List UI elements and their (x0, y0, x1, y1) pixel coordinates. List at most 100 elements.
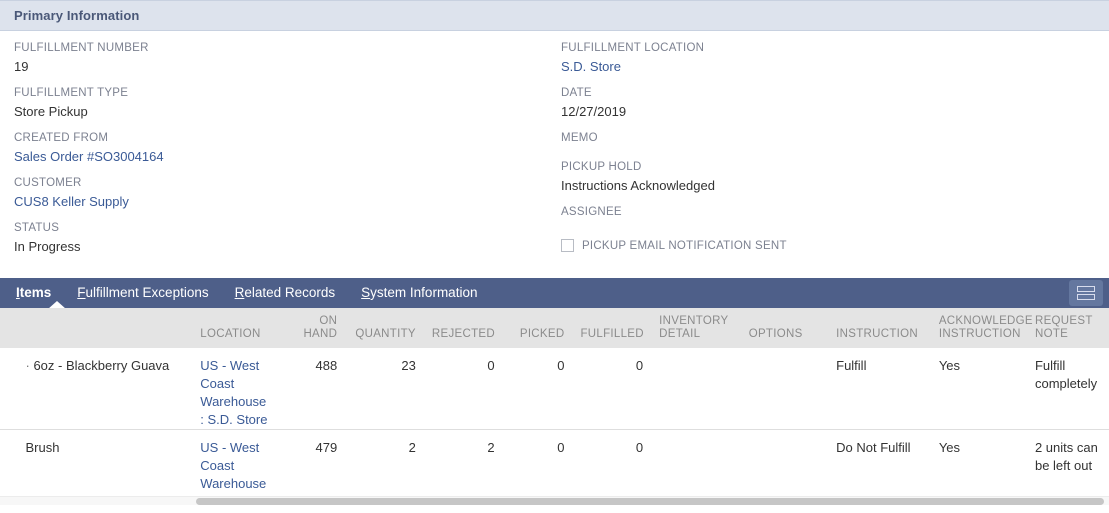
table-row[interactable]: · 6oz - Blackberry Guava US - West Coast… (0, 348, 1109, 430)
cell-location[interactable]: US - West Coast Warehouse : S.D. Store (192, 348, 278, 430)
cell-options[interactable] (740, 348, 829, 430)
column-header-rejected[interactable]: REJECTED (423, 308, 503, 348)
cell-instruction: Fulfill (828, 348, 931, 430)
column-header-on-hand[interactable]: ON HAND (277, 308, 346, 348)
item-prefix: · (25, 358, 30, 373)
column-header-instruction[interactable]: INSTRUCTION (828, 308, 931, 348)
tab-related-records[interactable]: Related Records (222, 278, 349, 308)
field-label: FULFILLMENT LOCATION (561, 42, 705, 54)
cell-on-hand: 479 (277, 429, 346, 505)
tab-fulfillment-exceptions-accel: F (77, 285, 86, 300)
list-view-icon-bar (1077, 286, 1095, 292)
cell-acknowledge-instruction: Yes (930, 348, 1027, 430)
primary-information-header: Primary Information (0, 0, 1109, 31)
memo-value (561, 147, 1091, 150)
horizontal-scrollbar[interactable] (0, 496, 1109, 505)
column-header-item[interactable] (17, 308, 193, 348)
column-header-picked[interactable]: PICKED (502, 308, 573, 348)
page-title: Primary Information (14, 8, 140, 23)
cell-rejected[interactable]: 2 (423, 429, 503, 505)
column-header-acknowledge-instruction[interactable]: ACKNOWLEDGE INSTRUCTION (930, 308, 1033, 348)
cell-instruction: Do Not Fulfill (828, 429, 931, 505)
created-from-link[interactable]: Sales Order #SO3004164 (14, 147, 534, 166)
cell-fulfilled[interactable]: 0 (572, 429, 652, 505)
fulfillment-number-value: 19 (14, 59, 29, 74)
tab-related-records-label: elated Records (244, 285, 336, 300)
field-label: STATUS (14, 222, 60, 234)
pickup-email-notification-sent-checkbox[interactable] (561, 239, 574, 252)
fulfillment-type-value: Store Pickup (14, 104, 88, 119)
list-view-icon-bar (1077, 294, 1095, 300)
field-created-from: CREATED FROM Sales Order #SO3004164 (14, 130, 534, 166)
cell-on-hand: 488 (277, 348, 346, 430)
column-header-inventory-detail-line2: DETAIL (659, 328, 701, 340)
cell-options[interactable] (740, 429, 829, 505)
column-header-acknowledge-line1: ACKNOWLEDGE (938, 315, 1033, 327)
list-view-icon[interactable] (1069, 280, 1103, 306)
items-table-header: LOCATION ON HAND QUANTITY REJECTED PICKED… (0, 308, 1109, 348)
field-fulfillment-type: FULFILLMENT TYPE Store Pickup (14, 85, 534, 121)
field-label: PICKUP HOLD (561, 161, 642, 173)
row-gutter (0, 429, 18, 505)
tab-bar: Items Fulfillment Exceptions Related Rec… (0, 278, 1109, 309)
tab-fulfillment-exceptions[interactable]: Fulfillment Exceptions (64, 278, 221, 308)
cell-fulfilled[interactable]: 0 (572, 348, 652, 430)
cell-quantity[interactable]: 2 (345, 429, 424, 505)
field-label: MEMO (561, 132, 598, 144)
assignee-value (561, 221, 1091, 224)
field-fulfillment-location: FULFILLMENT LOCATION S.D. Store (561, 40, 1091, 76)
column-header-options[interactable]: OPTIONS (740, 308, 829, 348)
field-label: ASSIGNEE (561, 206, 622, 218)
row-gutter (0, 348, 18, 430)
tab-system-information[interactable]: System Information (348, 278, 490, 308)
column-header-on-hand-line1: ON (319, 315, 338, 327)
cell-inventory-detail[interactable] (651, 429, 741, 505)
items-table: LOCATION ON HAND QUANTITY REJECTED PICKED… (0, 308, 1109, 505)
field-date: DATE 12/27/2019 (561, 85, 1091, 121)
tab-items-label: tems (19, 285, 52, 300)
item-name: Brush (25, 440, 60, 455)
primary-information-body: FULFILLMENT NUMBER 19 FULFILLMENT TYPE S… (0, 31, 1109, 278)
field-label: FULFILLMENT TYPE (14, 87, 129, 99)
cell-inventory-detail[interactable] (651, 348, 741, 430)
column-header-acknowledge-line2: INSTRUCTION (938, 328, 1021, 340)
customer-link[interactable]: CUS8 Keller Supply (14, 192, 534, 211)
horizontal-scrollbar-thumb[interactable] (196, 498, 1104, 505)
field-label: CUSTOMER (14, 177, 82, 189)
location-link[interactable]: US - West Coast Warehouse : S.D. Store (200, 358, 267, 427)
cell-location[interactable]: US - West Coast Warehouse : S.D. Store (192, 429, 278, 505)
field-fulfillment-number: FULFILLMENT NUMBER 19 (14, 40, 534, 76)
column-header-inventory-detail-line1: INVENTORY (659, 315, 729, 327)
field-memo: MEMO (561, 130, 1091, 150)
column-header-request-note-line2: NOTE (1034, 328, 1069, 340)
field-assignee: ASSIGNEE (561, 204, 1091, 224)
column-header-quantity[interactable]: QUANTITY (345, 308, 424, 348)
table-row[interactable]: Brush US - West Coast Warehouse : S.D. S… (0, 429, 1109, 505)
field-label: DATE (561, 87, 592, 99)
tab-related-records-accel: R (234, 285, 245, 300)
column-header-fulfilled[interactable]: FULFILLED (572, 308, 652, 348)
cell-rejected[interactable]: 0 (423, 348, 503, 430)
tab-system-information-label: ystem Information (370, 285, 478, 300)
fulfillment-location-link[interactable]: S.D. Store (561, 57, 1091, 76)
field-label: FULFILLMENT NUMBER (14, 42, 149, 54)
pickup-email-notification-sent-row[interactable]: PICKUP EMAIL NOTIFICATION SENT (561, 239, 1091, 252)
cell-picked[interactable]: 0 (502, 348, 573, 430)
date-value: 12/27/2019 (561, 104, 627, 119)
item-name: 6oz - Blackberry Guava (33, 358, 170, 373)
column-header-location[interactable]: LOCATION (192, 308, 278, 348)
tab-fulfillment-exceptions-label: ulfillment Exceptions (85, 285, 209, 300)
tab-system-information-accel: S (361, 285, 371, 300)
column-header-request-note-line1: REQUEST (1034, 315, 1093, 327)
cell-picked[interactable]: 0 (502, 429, 573, 505)
field-label: CREATED FROM (14, 132, 109, 144)
column-header-request-note[interactable]: REQUEST NOTE (1026, 308, 1109, 348)
pickup-hold-value: Instructions Acknowledged (561, 178, 715, 193)
items-table-container: LOCATION ON HAND QUANTITY REJECTED PICKED… (0, 308, 1109, 505)
cell-quantity[interactable]: 23 (345, 348, 424, 430)
row-gutter-header (0, 308, 18, 348)
items-table-body: · 6oz - Blackberry Guava US - West Coast… (0, 348, 1109, 505)
pickup-email-notification-sent-label: PICKUP EMAIL NOTIFICATION SENT (582, 239, 787, 252)
column-header-inventory-detail[interactable]: INVENTORY DETAIL (651, 308, 741, 348)
field-pickup-hold: PICKUP HOLD Instructions Acknowledged (561, 159, 1091, 195)
